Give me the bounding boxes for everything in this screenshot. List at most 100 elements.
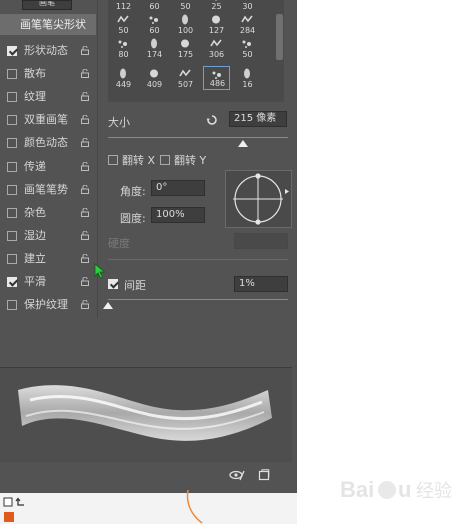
preset-scrollbar[interactable]	[274, 0, 284, 102]
brush-preset[interactable]: 112	[110, 0, 137, 12]
brush-tip-icon	[118, 40, 127, 48]
brush-tip-icon	[116, 0, 130, 1]
scrollbar-thumb[interactable]	[276, 14, 283, 60]
angle-roundness-widget[interactable]	[225, 170, 292, 228]
option-row[interactable]: 颜色动态	[0, 132, 96, 154]
option-checkbox[interactable]	[7, 92, 17, 103]
option-row[interactable]: 画笔笔势	[0, 179, 96, 201]
reset-size-icon[interactable]	[206, 114, 218, 126]
brush-preset[interactable]: 50	[172, 0, 199, 12]
brush-tip-icon	[178, 0, 192, 1]
roundness-input[interactable]: 100%	[151, 207, 205, 223]
option-checkbox[interactable]	[7, 253, 17, 264]
brush-size-label: 284	[239, 26, 256, 35]
brush-tip-icon	[149, 16, 158, 24]
spacing-slider-thumb[interactable]	[103, 302, 113, 309]
brush-preset[interactable]: 25	[203, 0, 230, 12]
option-checkbox[interactable]	[7, 207, 17, 218]
hardness-input	[234, 233, 288, 249]
brush-size-label: 486	[209, 79, 226, 88]
size-slider-thumb[interactable]	[238, 140, 248, 147]
lock-icon[interactable]	[81, 69, 89, 79]
brush-preset[interactable]: 507	[172, 66, 199, 90]
size-label: 大小	[108, 116, 130, 129]
brush-preset[interactable]: 409	[141, 66, 168, 90]
option-checkbox[interactable]	[7, 230, 17, 241]
brush-preset[interactable]: 284	[234, 12, 261, 36]
option-row[interactable]: 杂色	[0, 202, 96, 224]
lock-icon[interactable]	[81, 207, 89, 217]
option-checkbox[interactable]	[7, 46, 17, 56]
brush-size-label: 50	[242, 50, 253, 59]
brush-preset[interactable]: 449	[110, 66, 137, 90]
swap-colors-icon[interactable]	[2, 496, 28, 522]
toggle-preview-icon[interactable]	[229, 469, 245, 481]
brush-preset[interactable]: 30	[234, 0, 261, 12]
brush-preset[interactable]: 174	[141, 36, 168, 60]
option-label: 平滑	[24, 275, 46, 288]
hardness-slider-track	[108, 259, 288, 260]
brush-preset[interactable]: 486	[203, 66, 230, 90]
option-checkbox[interactable]	[7, 300, 17, 311]
brush-tip-icon	[212, 15, 220, 24]
flip-y-label: 翻转 Y	[174, 154, 207, 167]
brush-tip-shape-item[interactable]: 画笔笔尖形状	[0, 14, 96, 35]
lock-icon[interactable]	[81, 92, 89, 102]
brush-size-label: 174	[146, 50, 163, 59]
brush-preset[interactable]: 100	[172, 12, 199, 36]
brush-preset[interactable]: 60	[141, 12, 168, 36]
brush-preset[interactable]: 16	[234, 66, 261, 90]
option-row[interactable]: 形状动态	[0, 40, 96, 62]
spacing-checkbox[interactable]	[108, 279, 118, 289]
size-input[interactable]: 215 像素	[229, 111, 287, 127]
brush-tip-icon	[242, 40, 251, 48]
brush-size-label: 175	[177, 50, 194, 59]
option-checkbox[interactable]	[7, 184, 17, 195]
brush-preset[interactable]: 175	[172, 36, 199, 60]
new-brush-icon[interactable]	[258, 469, 270, 481]
size-slider-track[interactable]	[108, 137, 288, 138]
spacing-input[interactable]: 1%	[234, 276, 288, 292]
brush-preset[interactable]: 80	[110, 36, 137, 60]
brush-tip-icon	[120, 68, 126, 79]
option-row[interactable]: 纹理	[0, 86, 96, 108]
option-row[interactable]: 湿边	[0, 225, 96, 247]
option-checkbox[interactable]	[7, 161, 17, 172]
option-checkbox[interactable]	[7, 277, 17, 287]
brush-tab[interactable]: 画笔	[22, 0, 72, 10]
brush-preset[interactable]: 50	[234, 36, 261, 60]
angle-label: 角度:	[120, 185, 146, 198]
lock-icon[interactable]	[81, 277, 89, 286]
option-checkbox[interactable]	[7, 69, 17, 80]
lock-icon[interactable]	[81, 138, 89, 148]
lock-icon[interactable]	[81, 230, 89, 240]
flip-x-checkbox[interactable]	[108, 155, 118, 165]
flip-y-checkbox[interactable]	[160, 155, 170, 165]
brush-stroke-preview	[0, 367, 292, 462]
brush-preset[interactable]: 127	[203, 12, 230, 36]
brush-preset[interactable]: 306	[203, 36, 230, 60]
option-label: 形状动态	[24, 44, 68, 57]
option-row[interactable]: 散布	[0, 63, 96, 85]
lock-icon[interactable]	[81, 253, 89, 263]
angle-input[interactable]: 0°	[151, 180, 205, 196]
option-row[interactable]: 传递	[0, 156, 96, 178]
option-row[interactable]: 建立	[0, 248, 96, 270]
option-row[interactable]: 保护纹理	[0, 294, 96, 316]
lock-icon[interactable]	[81, 46, 89, 55]
spacing-slider-track[interactable]	[108, 299, 288, 300]
option-row[interactable]: 平滑	[0, 271, 96, 293]
option-checkbox[interactable]	[7, 115, 17, 126]
option-row[interactable]: 双重画笔	[0, 109, 96, 131]
option-label: 纹理	[24, 90, 46, 104]
brush-tip-icon	[117, 15, 129, 23]
lock-icon[interactable]	[81, 161, 89, 171]
brush-preset[interactable]: 50	[110, 12, 137, 36]
option-checkbox[interactable]	[7, 138, 17, 149]
lock-icon[interactable]	[81, 300, 89, 310]
brush-preset[interactable]: 60	[141, 0, 168, 12]
brush-size-label: 16	[242, 80, 253, 89]
brush-tip-icon	[241, 15, 253, 23]
lock-icon[interactable]	[81, 184, 89, 194]
lock-icon[interactable]	[81, 115, 89, 125]
